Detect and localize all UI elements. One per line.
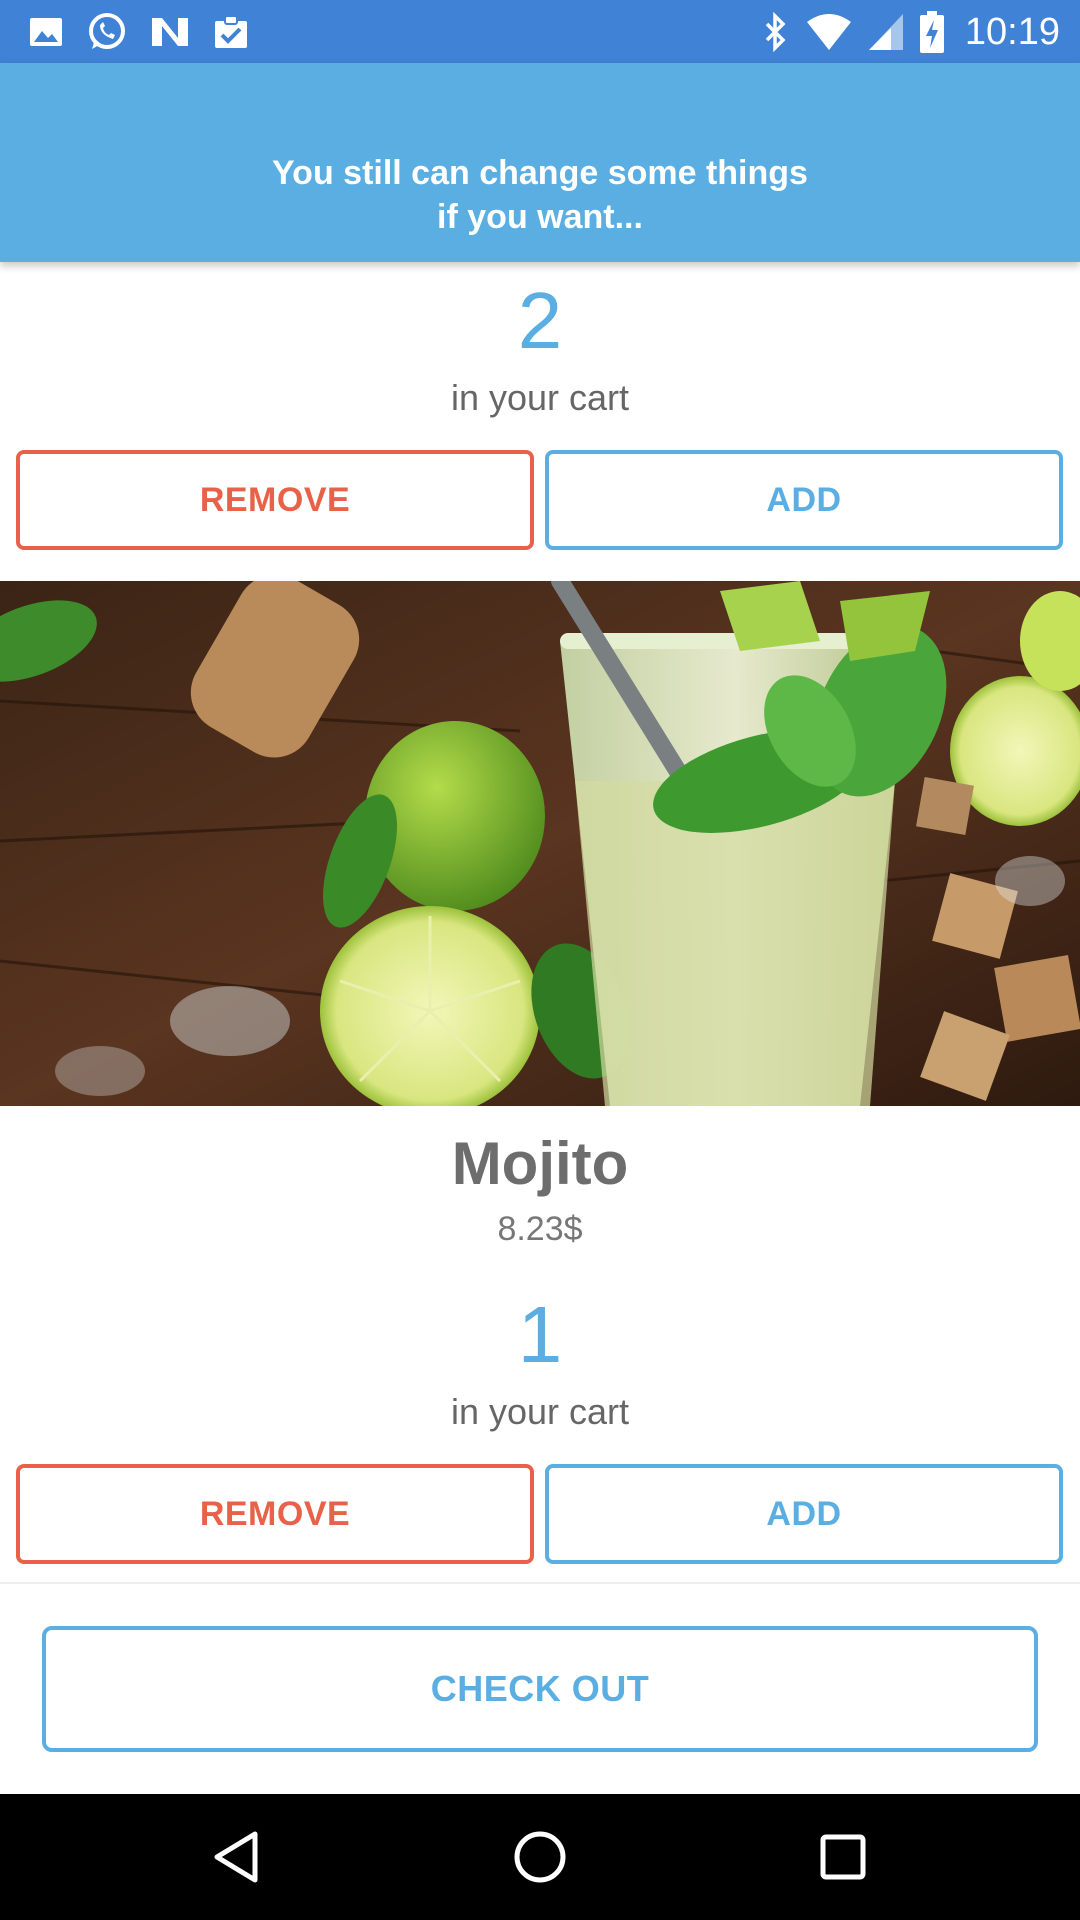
- header-title: You still can change some things if you …: [0, 151, 1080, 239]
- item-quantity: 2: [517, 276, 563, 365]
- back-icon: [214, 1831, 258, 1883]
- add-button[interactable]: ADD: [545, 1464, 1063, 1564]
- app-header: You still can change some things if you …: [0, 63, 1080, 262]
- back-button[interactable]: [196, 1822, 276, 1892]
- home-icon: [514, 1831, 566, 1883]
- add-button[interactable]: ADD: [545, 450, 1063, 550]
- home-button[interactable]: [500, 1822, 580, 1892]
- mojito-photo: [0, 581, 1080, 1106]
- bluetooth-icon: [765, 12, 786, 52]
- system-status-icons: 10:19: [761, 8, 1060, 56]
- status-bar: 10:19: [0, 0, 1080, 63]
- cellular-signal-icon: [868, 14, 903, 50]
- footer-divider: [0, 1582, 1080, 1584]
- quantity-label: in your cart: [450, 1391, 630, 1432]
- clipboard-icon: [215, 15, 247, 48]
- status-time: 10:19: [964, 10, 1060, 53]
- item-quantity: 1: [517, 1290, 563, 1379]
- wifi-icon: [806, 14, 851, 50]
- remove-button[interactable]: REMOVE: [16, 1464, 534, 1564]
- checkout-button[interactable]: CHECK OUT: [42, 1626, 1038, 1752]
- battery-charging-icon: [919, 11, 944, 53]
- gallery-icon: [30, 18, 62, 46]
- whatsapp-icon: [89, 13, 125, 49]
- cart-item-list[interactable]: 2 in your cart REMOVE ADD Mojito 8.23$ 1…: [0, 262, 1080, 1582]
- notification-icons: [28, 10, 250, 54]
- quantity-label: in your cart: [450, 377, 630, 418]
- recents-icon: [820, 1834, 866, 1880]
- product-price: 8.23$: [497, 1210, 583, 1248]
- header-title-line-2: if you want...: [437, 198, 643, 236]
- n-app-icon: [152, 18, 188, 46]
- product-image-mojito: [0, 581, 1080, 1106]
- product-name: Mojito: [451, 1130, 629, 1197]
- recents-button[interactable]: [803, 1822, 883, 1892]
- navigation-bar: [0, 1794, 1080, 1920]
- header-title-line-1: You still can change some things: [272, 154, 808, 192]
- remove-button[interactable]: REMOVE: [16, 450, 534, 550]
